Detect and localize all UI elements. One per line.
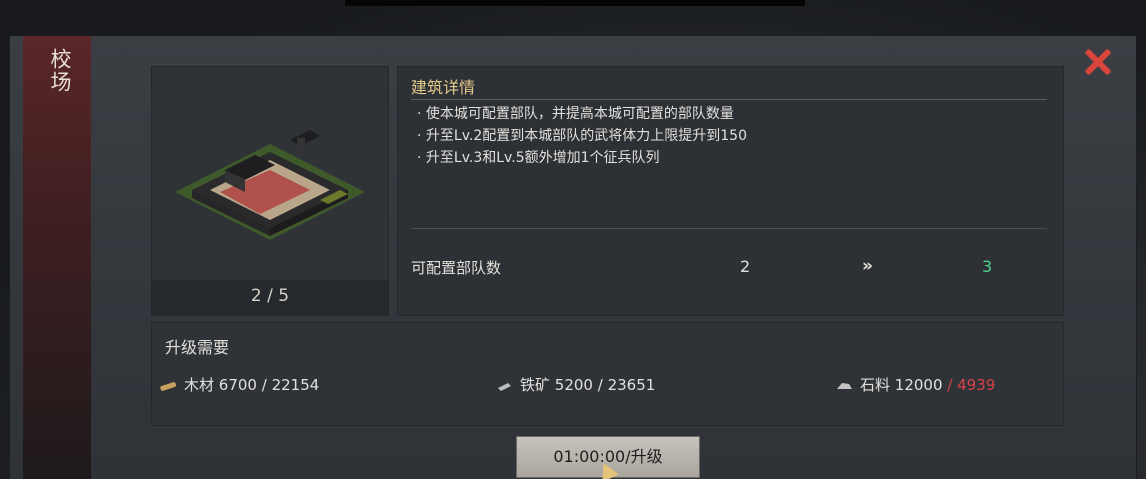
resource-wood: 木材 6700 / 22154	[158, 374, 319, 395]
detail-title: 建筑详情	[411, 78, 476, 97]
resource-need: 23651	[607, 376, 656, 394]
requirements-title: 升级需要	[165, 338, 230, 357]
resource-name: 铁矿	[520, 376, 551, 394]
resource-stone: 石料 12000 / 4939	[834, 374, 995, 395]
double-arrow-icon: »	[862, 256, 873, 276]
resource-have: 12000	[894, 376, 943, 394]
panel-title: 校场	[48, 48, 72, 94]
resource-separator: /	[256, 376, 272, 394]
side-tab	[23, 36, 91, 479]
building-level: 2 / 5	[250, 286, 290, 306]
top-bar	[345, 0, 805, 6]
training-ground-image	[175, 130, 365, 240]
resource-have: 6700	[218, 376, 257, 394]
resource-need: 22154	[271, 376, 320, 394]
wood-icon	[160, 381, 177, 391]
stone-icon	[837, 382, 852, 389]
detail-box	[397, 66, 1064, 316]
close-button[interactable]	[1082, 46, 1114, 78]
detail-line: · 升至Lv.2配置到本城部队的武将体力上限提升到150	[417, 128, 747, 144]
game-screen: 校场 2 / 5 建筑详情 · 使本城可配置部队，并提高本城可配置的部队数量 ·…	[0, 0, 1146, 479]
stat-current-value: 2	[740, 257, 751, 276]
divider	[411, 99, 1047, 100]
resource-name: 石料	[860, 376, 891, 394]
resource-separator: /	[592, 376, 608, 394]
stat-label: 可配置部队数	[411, 259, 502, 277]
stat-next-value: 3	[982, 257, 993, 276]
resource-separator: /	[942, 376, 958, 394]
resource-name: 木材	[184, 376, 215, 394]
iron-icon	[498, 382, 511, 391]
detail-line: · 使本城可配置部队，并提高本城可配置的部队数量	[417, 106, 734, 122]
detail-line: · 升至Lv.3和Lv.5额外增加1个征兵队列	[417, 150, 660, 166]
resource-iron: 铁矿 5200 / 23651	[494, 374, 655, 395]
divider	[411, 228, 1047, 229]
resource-have: 5200	[554, 376, 593, 394]
resource-need-insufficient: 4939	[957, 376, 996, 394]
